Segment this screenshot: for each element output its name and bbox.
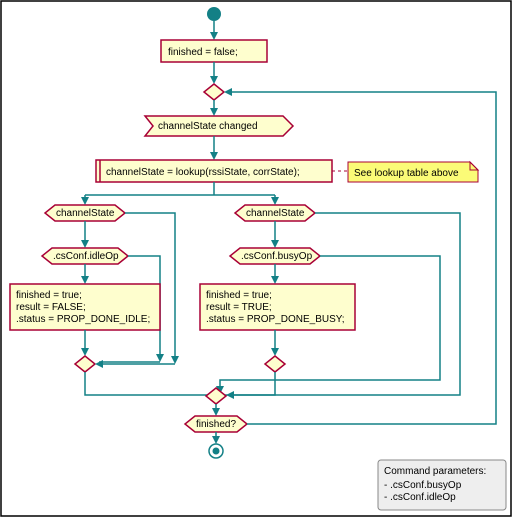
start-node [207, 7, 221, 21]
merge-idle [75, 356, 95, 372]
svg-text:finished = true;: finished = true; [16, 290, 82, 301]
svg-text:.status = PROP_DONE_BUSY;: .status = PROP_DONE_BUSY; [206, 314, 345, 325]
svg-text:- .csConf.idleOp: - .csConf.idleOp [384, 492, 456, 503]
lookup-text: channelState = lookup(rssiState, corrSta… [106, 167, 300, 178]
merge-busy [265, 356, 285, 372]
idleop-text: .csConf.idleOp [53, 251, 119, 262]
svg-text:result = TRUE;: result = TRUE; [206, 302, 272, 313]
params-title: Command parameters: [384, 466, 486, 477]
svg-text:result = FALSE;: result = FALSE; [16, 302, 86, 313]
finished-text: finished? [196, 419, 236, 430]
svg-text:finished = true;: finished = true; [206, 290, 272, 301]
merge-bottom [206, 388, 226, 404]
busyop-text: .csConf.busyOp [241, 251, 313, 262]
flow-diagram: finished = false; channelState changed c… [0, 0, 512, 517]
event-text: channelState changed [158, 121, 258, 132]
svg-text:- .csConf.busyOp: - .csConf.busyOp [384, 480, 462, 491]
svg-text:.status = PROP_DONE_IDLE;: .status = PROP_DONE_IDLE; [16, 314, 150, 325]
init-text: finished = false; [168, 47, 238, 58]
branch-right-text: channelState [246, 208, 305, 219]
merge-top [204, 84, 224, 100]
note-text: See lookup table above [354, 168, 459, 179]
branch-left-text: channelState [56, 208, 115, 219]
